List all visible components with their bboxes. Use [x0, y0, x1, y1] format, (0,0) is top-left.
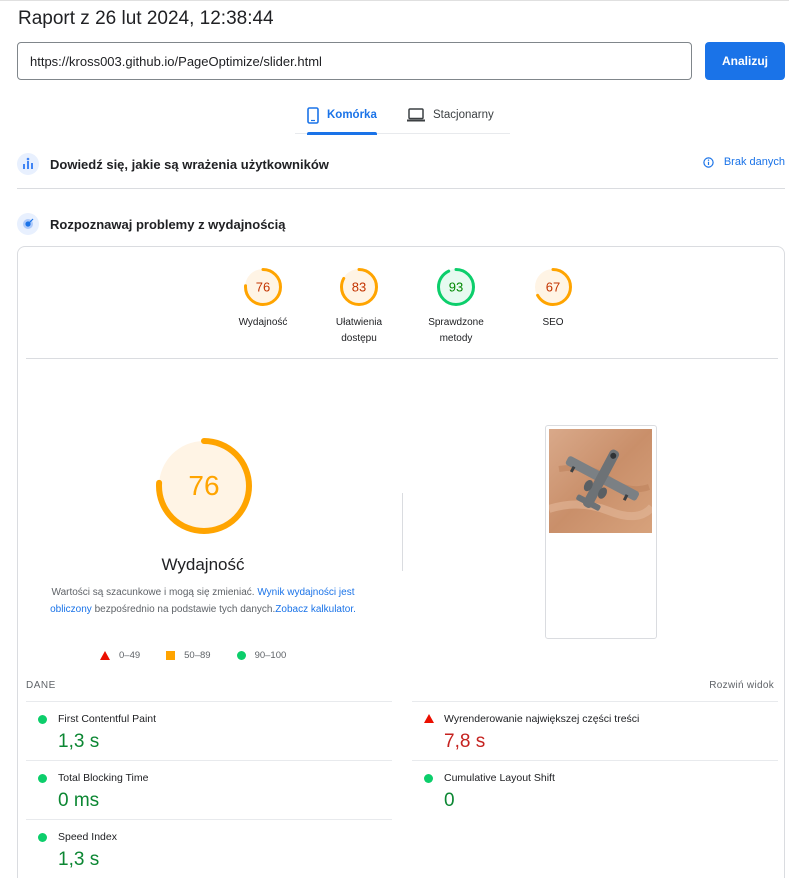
metric-lcp: Wyrenderowanie największej części treści… [412, 701, 778, 760]
legend-range: 90–100 [254, 650, 287, 661]
top-border [0, 0, 789, 4]
legend-average: 50–89 [166, 650, 211, 661]
performance-big-gauge: 76 [156, 438, 252, 534]
gauge-label: Ułatwienia dostępu [324, 315, 394, 347]
legend-fail: 0–49 [100, 650, 140, 661]
metric-tbt: Total Blocking Time 0 ms [26, 760, 392, 819]
metric-value: 1,3 s [58, 731, 100, 752]
gauge-label-line: SEO [542, 317, 564, 328]
users-chart-icon [17, 153, 39, 175]
ux-section-title: Dowiedź się, jakie są wrażenia użytkowni… [50, 156, 329, 172]
gauge-label: Sprawdzone metody [421, 315, 491, 347]
gauge-score: 67 [546, 280, 560, 295]
metric-cls: Cumulative Layout Shift 0 [412, 760, 778, 819]
metric-value: 7,8 s [444, 731, 486, 752]
pass-circle-icon [38, 774, 47, 783]
device-tabs: Komórka Stacjonarny [295, 96, 510, 135]
gauge-performance[interactable]: 76 Wydajność [228, 267, 298, 331]
desc-text: bezpośrednio na podstawie tych danych. [94, 603, 276, 615]
expand-view-toggle[interactable]: Rozwiń widok [709, 680, 774, 691]
gauge-label-line: Sprawdzone [428, 317, 484, 328]
gauge-label-line: Wydajność [238, 317, 288, 328]
page-screenshot [545, 425, 657, 639]
gauge-best-practices[interactable]: 93 Sprawdzone metody [421, 267, 491, 347]
desktop-icon [407, 108, 425, 122]
legend-pass: 90–100 [236, 650, 287, 661]
tab-desktop[interactable]: Stacjonarny [407, 96, 494, 134]
metric-name: Speed Index [58, 831, 117, 843]
calculator-link[interactable]: Zobacz kalkulator. [275, 604, 356, 615]
gauge-score: 83 [352, 280, 366, 295]
gauge-seo[interactable]: 67 SEO [518, 267, 588, 331]
score-legend: 0–49 50–89 90–100 [100, 650, 312, 661]
gauge-label: Wydajność [228, 315, 298, 331]
gauge-label-line: dostępu [341, 333, 377, 344]
metrics-header: DANE Rozwiń widok [26, 680, 774, 691]
legend-range: 50–89 [184, 650, 211, 661]
triangle-icon [100, 651, 110, 660]
metric-name: Cumulative Layout Shift [444, 772, 555, 784]
metric-name: First Contentful Paint [58, 713, 157, 725]
gauge-label: SEO [518, 315, 588, 331]
performance-score: 76 [188, 470, 219, 501]
gauge-label-line: metody [439, 333, 473, 344]
gauges-divider [26, 358, 778, 359]
perf-report-card: 76 Wydajność 83 Ułatwienia dostępu 93 Spr… [17, 246, 785, 878]
tab-mobile-label: Komórka [327, 109, 377, 121]
legend-range: 0–49 [119, 650, 141, 661]
square-icon [166, 651, 176, 660]
perf-section-title: Rozpoznawaj problemy z wydajnością [50, 216, 286, 232]
gauge-score: 93 [449, 280, 463, 295]
metric-name: Wyrenderowanie największej części treści [444, 713, 640, 725]
performance-description: Wartości są szacunkowe i mogą się zmieni… [38, 585, 368, 618]
gauge-ring: 76 [244, 268, 282, 306]
perf-section-header: Rozpoznawaj problemy z wydajnością [17, 206, 785, 242]
metrics-title: DANE [26, 680, 56, 691]
fail-triangle-icon [424, 714, 434, 723]
section-divider [17, 188, 785, 189]
no-data-label: Brak danych [723, 156, 785, 168]
metric-fcp: First Contentful Paint 1,3 s [26, 701, 392, 760]
metric-value: 0 [444, 790, 455, 811]
no-data-link[interactable]: Brak danych [703, 156, 785, 168]
metric-value: 1,3 s [58, 849, 100, 870]
gauge-ring: 83 [340, 268, 378, 306]
url-input[interactable] [17, 42, 692, 80]
tab-desktop-label: Stacjonarny [433, 109, 494, 121]
gauge-ring: 67 [534, 268, 572, 306]
metric-value: 0 ms [58, 790, 100, 811]
gauge-label-line: Ułatwienia [335, 317, 383, 328]
performance-label: Wydajność [161, 555, 245, 574]
gauge-score: 76 [256, 280, 270, 295]
mobile-icon [307, 106, 319, 124]
vertical-divider [402, 493, 403, 571]
pass-circle-icon [38, 833, 47, 842]
info-icon [703, 156, 714, 168]
report-title: Raport z 26 lut 2024, 12:38:44 [18, 8, 274, 29]
gauge-accessibility[interactable]: 83 Ułatwienia dostępu [324, 267, 394, 347]
score-gauges: 76 Wydajność 83 Ułatwienia dostępu 93 Spr… [228, 267, 588, 357]
desc-text: Wartości są szacunkowe i mogą się zmieni… [51, 587, 255, 598]
pass-circle-icon [424, 774, 433, 783]
metric-speed-index: Speed Index 1,3 s [26, 819, 392, 878]
analyze-button[interactable]: Analizuj [705, 42, 785, 80]
circle-icon [236, 651, 246, 660]
gauge-ring: 93 [437, 268, 475, 306]
aircraft-image [549, 429, 652, 533]
tab-mobile[interactable]: Komórka [307, 96, 377, 135]
ux-section-header: Dowiedź się, jakie są wrażenia użytkowni… [17, 146, 785, 182]
pass-circle-icon [38, 715, 47, 724]
metric-name: Total Blocking Time [58, 772, 149, 784]
lighthouse-icon [17, 213, 39, 235]
